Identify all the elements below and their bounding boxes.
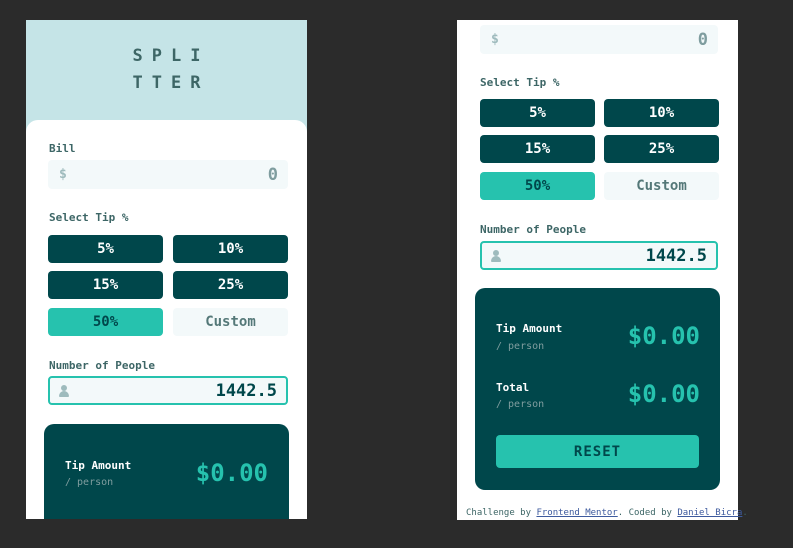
tip-amount-label: Tip Amount [496,322,563,335]
mobile-view-top: SPLI TTER Bill $ 0 Select Tip % 5% 10% 1… [26,20,307,519]
tip-10-button[interactable]: 10% [604,99,719,127]
total-sub: / person [496,399,545,410]
tip-10-button[interactable]: 10% [173,235,288,263]
author-link[interactable]: Daniel Bicra [677,508,742,518]
reset-button[interactable]: RESET [496,435,699,468]
tip-amount-label: Tip Amount [65,459,132,472]
bill-value: 0 [267,164,278,185]
people-value: 1442.5 [645,245,707,266]
tip-15-button[interactable]: 15% [48,271,163,299]
bill-input[interactable]: $ 0 [480,25,718,54]
total-value: $0.00 [627,380,700,408]
bill-value: 0 [697,29,708,50]
tip-5-button[interactable]: 5% [480,99,595,127]
tip-25-button[interactable]: 25% [604,135,719,163]
tip-amount-value: $0.00 [627,322,700,350]
people-label: Number of People [480,223,586,236]
custom-tip-input[interactable]: Custom [173,308,288,336]
person-icon [491,249,501,262]
people-label: Number of People [49,359,155,372]
logo: SPLI TTER [26,20,307,120]
tip-amount-value: $0.00 [195,459,268,487]
people-value: 1442.5 [215,380,277,401]
tip-50-button[interactable]: 50% [480,172,595,200]
mobile-view-bottom: $ 0 Select Tip % 5% 10% 15% 25% 50% Cust… [457,20,738,520]
total-label: Total [496,381,530,394]
bill-input[interactable]: $ 0 [48,160,288,189]
dollar-icon: $ [491,32,499,47]
people-input[interactable]: 1442.5 [480,241,718,270]
tip-amount-sub: / person [496,341,545,352]
select-tip-label: Select Tip % [480,76,560,89]
tip-25-button[interactable]: 25% [173,271,288,299]
custom-tip-input[interactable]: Custom [604,172,719,200]
tip-15-button[interactable]: 15% [480,135,595,163]
select-tip-label: Select Tip % [49,211,129,224]
attribution: Challenge by Frontend Mentor. Coded by D… [466,508,748,518]
people-input[interactable]: 1442.5 [48,376,288,405]
tip-amount-sub: / person [65,477,114,488]
results-panel: Tip Amount / person $0.00 Total / person… [475,288,720,490]
dollar-icon: $ [59,167,67,182]
logo-line-2: TTER [132,73,210,93]
results-panel: Tip Amount / person $0.00 [44,424,289,519]
tip-5-button[interactable]: 5% [48,235,163,263]
bill-label: Bill [49,142,76,155]
tip-50-button[interactable]: 50% [48,308,163,336]
frontend-mentor-link[interactable]: Frontend Mentor [536,508,617,518]
person-icon [59,384,69,397]
calculator-card: Bill $ 0 Select Tip % 5% 10% 15% 25% 50%… [26,120,307,519]
logo-line-1: SPLI [132,46,210,66]
